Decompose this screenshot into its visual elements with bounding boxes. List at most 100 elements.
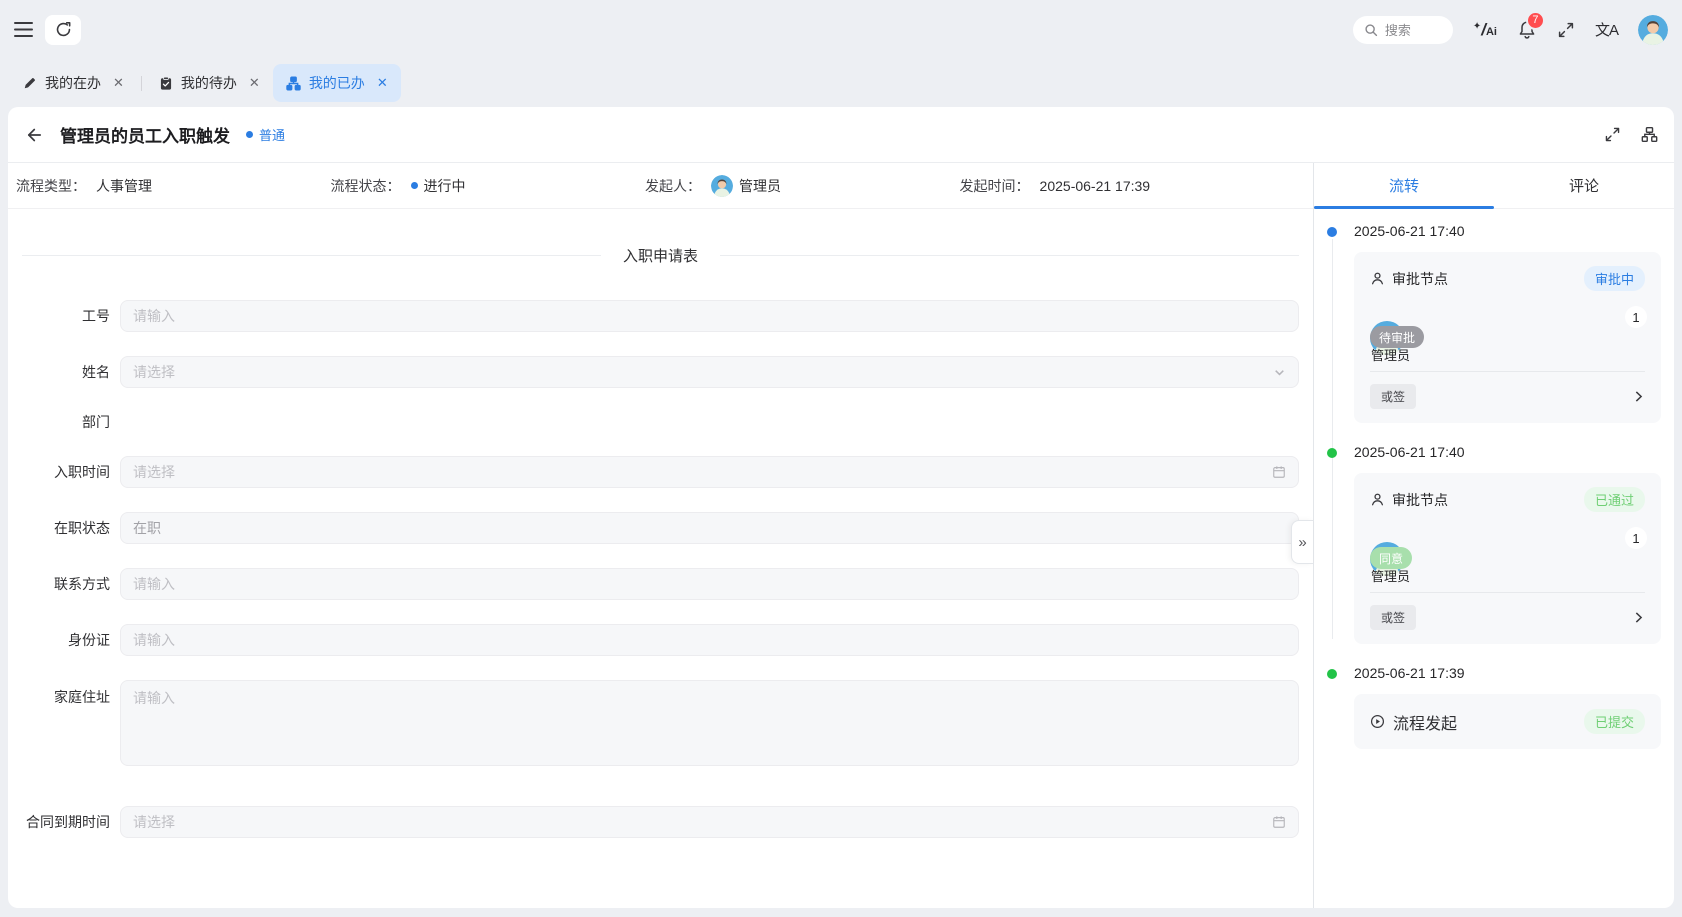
field-label: 合同到期时间 [26, 814, 110, 830]
tab-comments[interactable]: 评论 [1494, 163, 1674, 208]
home-address-textarea[interactable]: 请输入 [120, 680, 1299, 766]
workspace-tab-bar: 我的在办 ✕ 我的待办 ✕ 我的已办 ✕ [0, 59, 1682, 107]
flow-diagram-button[interactable] [1641, 126, 1658, 143]
chevron-right-icon [1635, 391, 1643, 402]
back-arrow-icon [27, 128, 42, 141]
search-icon [1365, 23, 1377, 36]
node-label: 流程发起 [1393, 715, 1458, 733]
expand-node-button[interactable] [1632, 611, 1645, 624]
tab-label: 我的已办 [308, 75, 365, 91]
employment-status-input[interactable]: 在职 [120, 512, 1299, 544]
priority-dot [246, 131, 253, 138]
approver-name: 管理员 [1371, 348, 1411, 363]
field-label: 部门 [82, 414, 110, 430]
search-input[interactable]: 搜索 [1352, 15, 1453, 44]
form-pane: 流程类型： 人事管理 流程状态： 进行中 发起人： 管理员 发起时间： 2025… [8, 163, 1314, 908]
fullscreen-button[interactable] [1557, 21, 1575, 39]
refresh-button[interactable] [45, 14, 81, 45]
meta-initiator: 发起人： 管理员 [645, 174, 960, 197]
back-button[interactable] [24, 126, 42, 144]
divider [1370, 592, 1645, 593]
field-label: 联系方式 [54, 576, 110, 592]
close-icon[interactable]: ✕ [113, 75, 124, 91]
tab-flow-history[interactable]: 流转 [1314, 163, 1494, 209]
name-select[interactable]: 请选择 [120, 356, 1299, 388]
sign-mode-tag: 或签 [1370, 605, 1417, 630]
timeline-date: 2025-06-21 17:39 [1354, 665, 1465, 681]
tab-my-ongoing[interactable]: 我的在办 ✕ [10, 64, 137, 102]
field-label: 姓名 [82, 364, 110, 380]
field-label: 在职状态 [54, 520, 110, 536]
calendar-icon [1272, 465, 1286, 479]
tab-label: 我的在办 [45, 75, 101, 91]
contact-input[interactable]: 请输入 [120, 568, 1299, 600]
menu-icon[interactable] [14, 22, 33, 37]
pencil-icon [24, 78, 35, 89]
collapse-panel-button[interactable]: » [1291, 520, 1313, 564]
translate-icon[interactable]: 文A [1595, 19, 1619, 40]
field-row-id-card: 身份证 请输入 [22, 624, 1299, 656]
node-status-badge: 已通过 [1583, 487, 1645, 512]
field-row-name: 姓名 请选择 [22, 356, 1299, 388]
field-label: 工号 [82, 308, 110, 324]
person-icon [1371, 272, 1384, 285]
field-row-contract-expiry: 合同到期时间 请选择 [22, 806, 1299, 838]
priority-badge: 普通 [246, 125, 285, 144]
onboarding-form: 入职申请表 工号 请输入 姓名 请选择 部门 入职时间 请选择 在职状态 在职 … [8, 209, 1313, 908]
clipboard-check-icon [160, 76, 171, 90]
notification-count-badge: 7 [1525, 10, 1545, 30]
timeline-dot [1327, 227, 1337, 237]
tab-label: 我的待办 [180, 75, 237, 91]
timeline-entry: 2025-06-21 17:39 流程发起 已提交 [1327, 665, 1661, 749]
side-panel-tabs: 流转 评论 [1314, 163, 1674, 209]
process-meta-row: 流程类型： 人事管理 流程状态： 进行中 发起人： 管理员 发起时间： 2025… [8, 163, 1313, 209]
meta-process-status: 流程状态： 进行中 [330, 177, 466, 194]
process-start-card: 流程发起 已提交 [1354, 694, 1661, 749]
person-icon [1371, 493, 1384, 506]
form-title-divider: 入职申请表 [22, 245, 1300, 266]
chevron-down-icon [1273, 366, 1286, 379]
contract-expiry-date-picker[interactable]: 请选择 [120, 806, 1299, 838]
status-dot [410, 182, 418, 189]
field-label: 身份证 [68, 632, 110, 648]
field-label: 家庭住址 [54, 689, 110, 705]
calendar-icon [1272, 815, 1286, 829]
node-label: 审批节点 [1392, 491, 1448, 508]
page-title: 管理员的员工入职触发 [60, 127, 230, 146]
ai-assistant-icon[interactable]: ✦ / Ai [1473, 21, 1497, 38]
play-circle-icon [1370, 714, 1385, 729]
timeline-dot [1327, 448, 1337, 458]
field-row-contact: 联系方式 请输入 [22, 568, 1299, 600]
employee-id-input[interactable]: 请输入 [120, 300, 1299, 332]
approver-name: 管理员 [1371, 569, 1411, 584]
process-side-panel: 流转 评论 2025-06-21 17:40 审批节点 审批中 待审批 1 管理… [1314, 163, 1674, 908]
detail-header: 管理员的员工入职触发 普通 [8, 107, 1674, 163]
process-detail-card: 管理员的员工入职触发 普通 流程类型： 人事管理 流程状态： 进行中 发起人： … [8, 107, 1674, 908]
id-card-input[interactable]: 请输入 [120, 624, 1299, 656]
timeline-entry: 2025-06-21 17:40 审批节点 审批中 待审批 1 管理员 或签 [1327, 223, 1661, 423]
close-icon[interactable]: ✕ [249, 75, 260, 91]
close-icon[interactable]: ✕ [377, 75, 388, 91]
timeline-date: 2025-06-21 17:40 [1354, 444, 1465, 460]
tab-my-todo[interactable]: 我的待办 ✕ [146, 64, 273, 102]
refresh-icon [56, 22, 70, 37]
entry-date-picker[interactable]: 请选择 [120, 456, 1299, 488]
tab-my-done[interactable]: 我的已办 ✕ [272, 64, 401, 102]
node-label: 审批节点 [1392, 270, 1448, 287]
user-avatar[interactable] [1638, 14, 1668, 45]
collapse-icon: » [1298, 533, 1307, 551]
sign-mode-tag: 或签 [1370, 384, 1417, 409]
form-title: 入职申请表 [623, 248, 699, 265]
flowchart-icon [1641, 126, 1658, 143]
notifications-button[interactable]: 7 [1517, 10, 1545, 40]
chevron-right-icon [1635, 612, 1643, 623]
tab-separator [140, 75, 142, 91]
expand-fullscreen-button[interactable] [1604, 126, 1621, 143]
meta-process-type: 流程类型： 人事管理 [16, 177, 152, 194]
search-placeholder: 搜索 [1384, 23, 1411, 38]
field-row-entry-date: 入职时间 请选择 [22, 456, 1299, 488]
field-row-department: 部门 [22, 412, 1299, 432]
expand-node-button[interactable] [1632, 390, 1645, 403]
flowchart-icon [286, 76, 301, 90]
timeline-dot [1327, 669, 1337, 679]
